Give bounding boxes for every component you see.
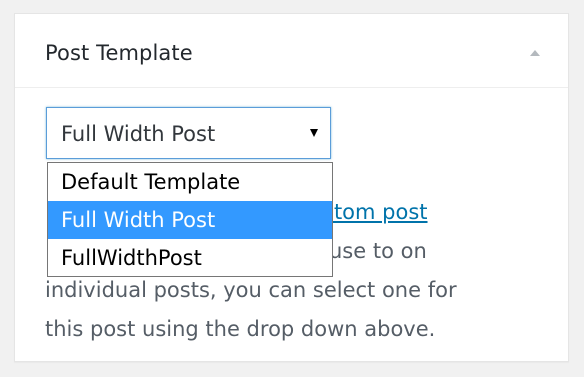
option-default-template[interactable]: Default Template (48, 163, 332, 201)
panel-title: Post Template (45, 41, 193, 65)
help-line-1: stom post (323, 193, 428, 232)
dropdown-arrow-icon (310, 129, 318, 137)
option-full-width-post[interactable]: Full Width Post (48, 201, 332, 239)
template-select[interactable]: Full Width Post (46, 107, 331, 159)
option-fullwidthpost[interactable]: FullWidthPost (48, 239, 332, 277)
panel-header[interactable]: Post Template (15, 14, 568, 88)
template-dropdown-list[interactable]: Default Template Full Width Post FullWid… (47, 162, 333, 277)
help-line-2: use to on (329, 239, 427, 263)
help-line-4: this post using the drop down above. (45, 317, 436, 341)
custom-post-link[interactable]: stom post (323, 200, 428, 224)
template-select-value: Full Width Post (61, 122, 216, 146)
collapse-toggle-icon[interactable] (530, 50, 540, 56)
